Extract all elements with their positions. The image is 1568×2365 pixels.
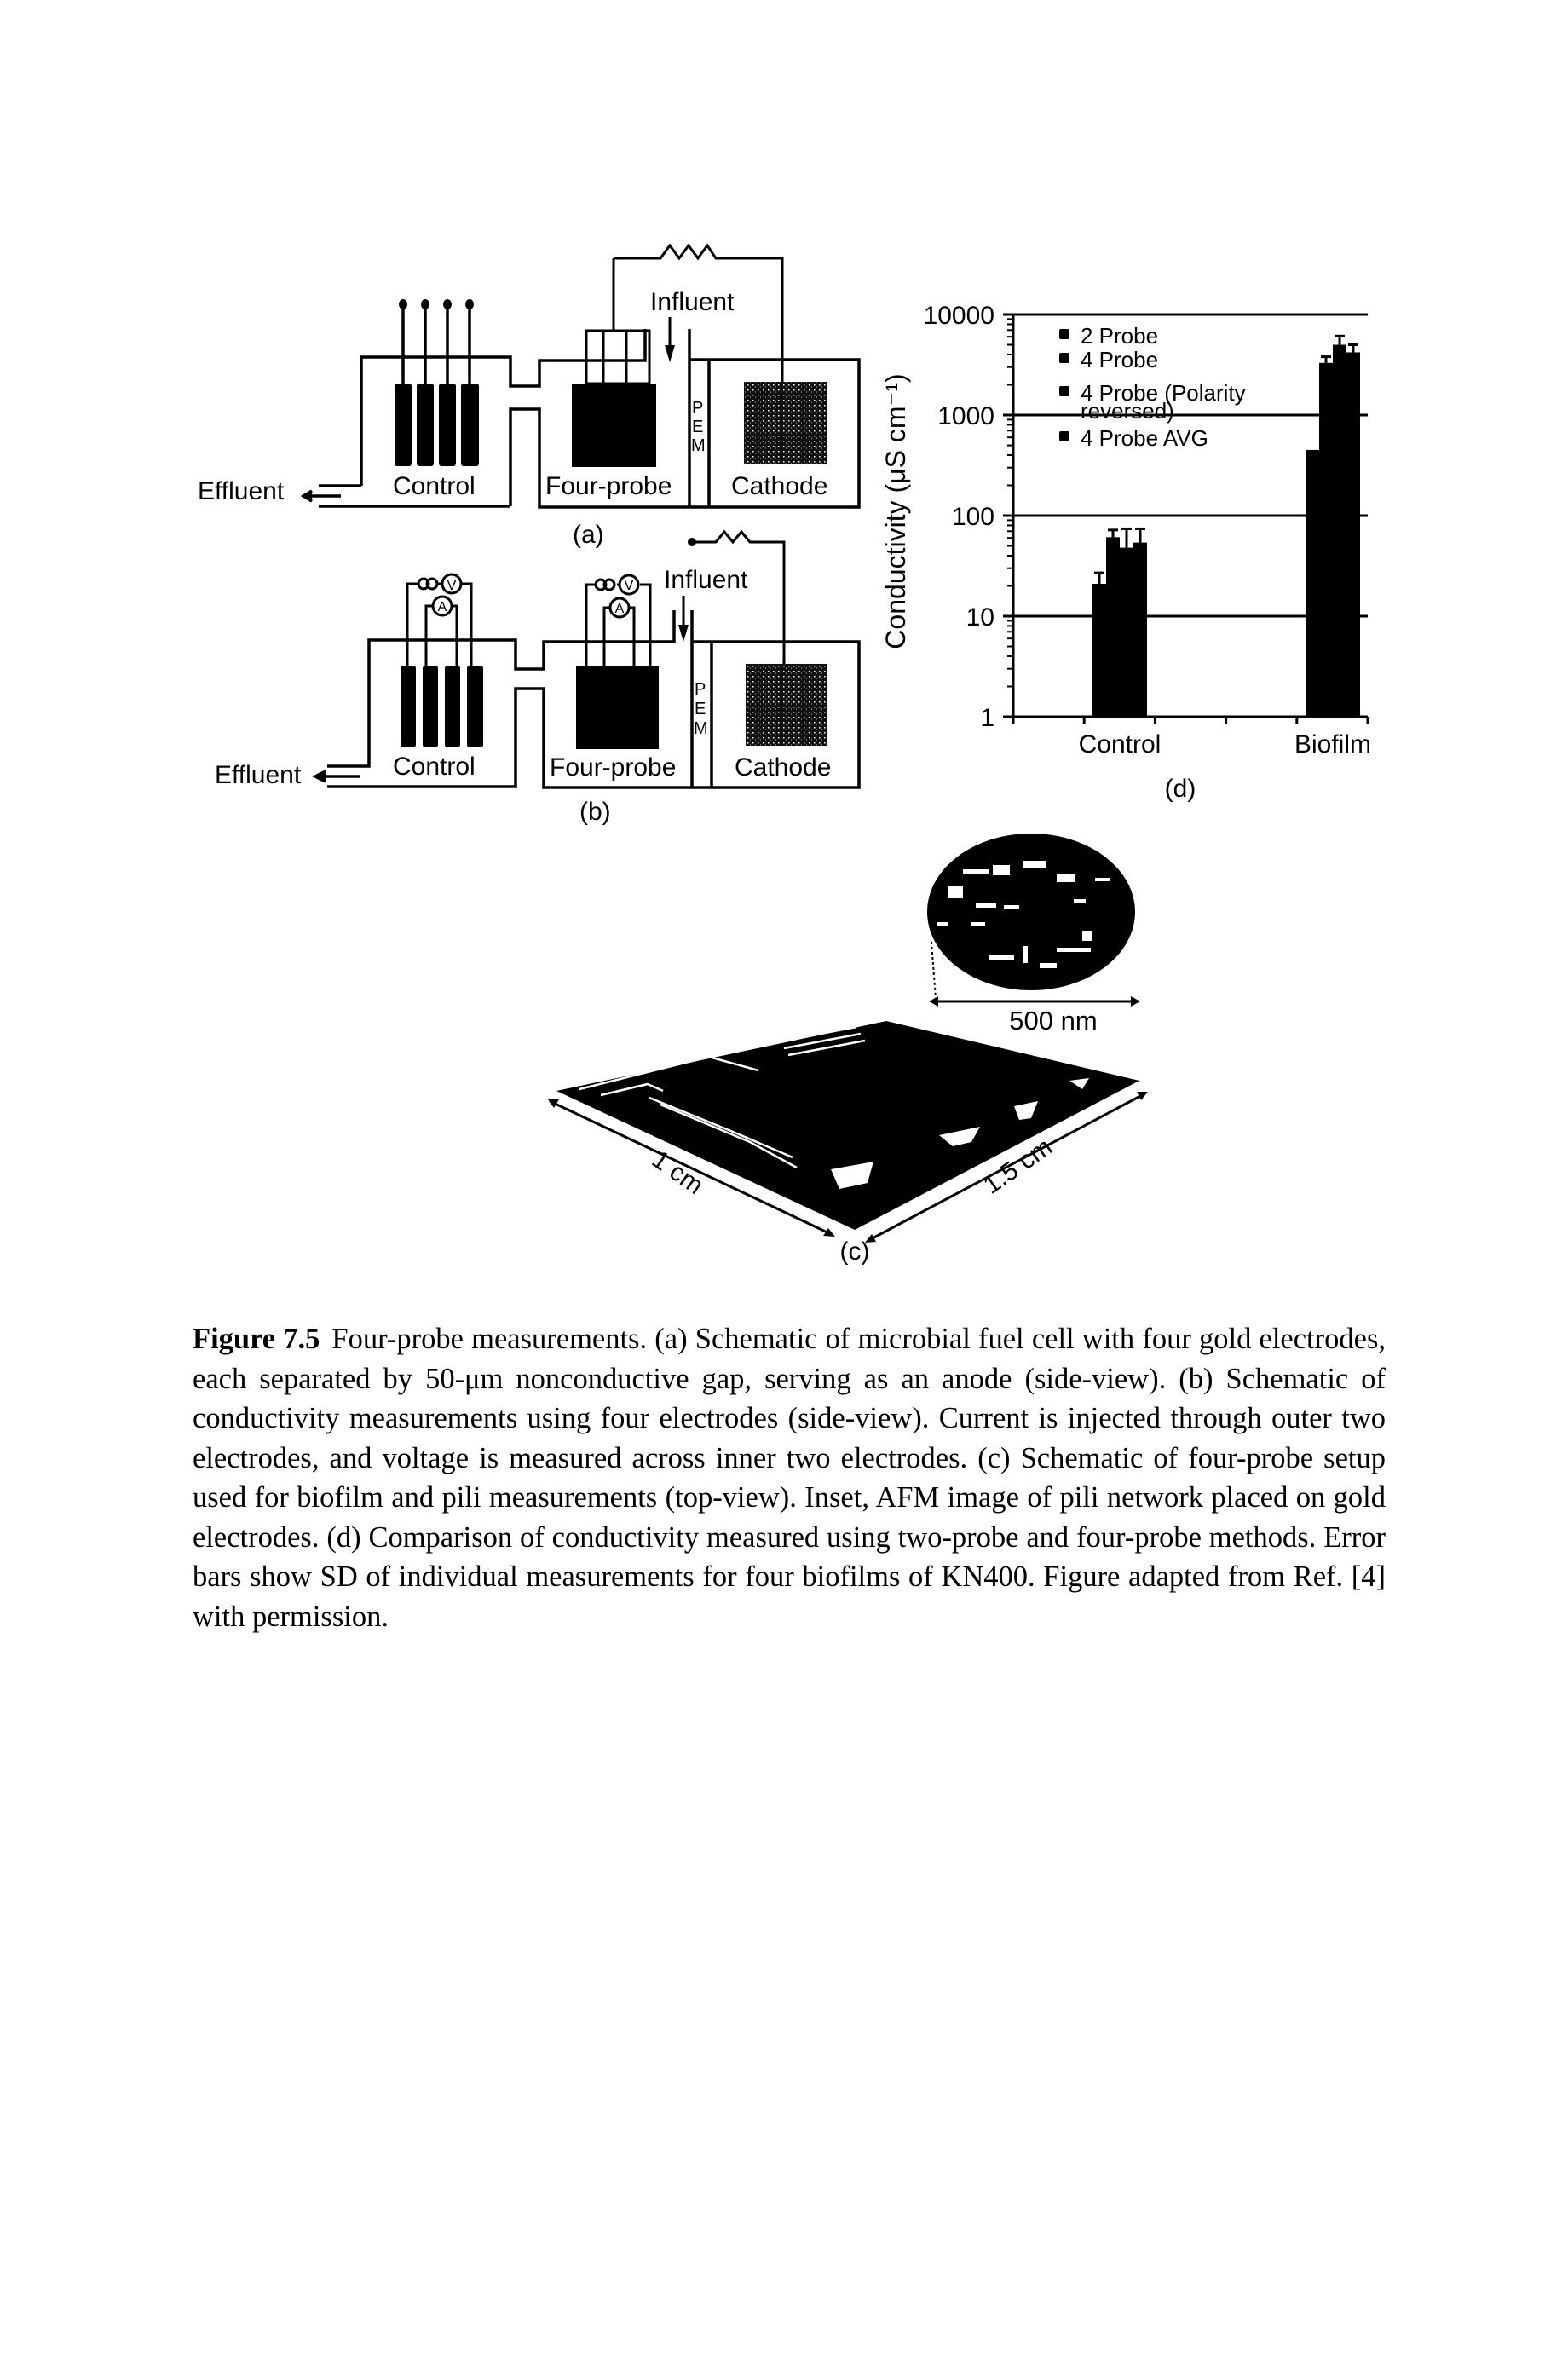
- y-axis-label: Conductivity (μS cm⁻¹): [880, 373, 911, 649]
- legend-marker: [1059, 353, 1069, 363]
- panel-d-label: (d): [1165, 775, 1196, 803]
- b-pem-p: P: [695, 680, 706, 699]
- panel-b-schematic: [312, 529, 861, 789]
- scale-bar-label: 500 nm: [1009, 1006, 1097, 1035]
- b-a-glyph-control: A: [438, 600, 447, 614]
- panel-b-label: (b): [579, 798, 611, 826]
- b-a-glyph-fp: A: [615, 602, 625, 616]
- caption-figure-label: Figure 7.5: [193, 1323, 320, 1355]
- b-v-glyph-control: V: [447, 579, 457, 593]
- b-influent-label: Influent: [664, 566, 748, 594]
- b-current-source-icon: [417, 577, 439, 591]
- b-influent-arrow: [678, 625, 689, 642]
- four-probe-electrode: [572, 384, 656, 467]
- bar-4-probe-avg-biofilm: [1346, 352, 1360, 717]
- a-influent-label: Influent: [650, 288, 735, 316]
- panel-d-chart: 110100100010000 Control Biofilm 2 Probe4 …: [880, 302, 1371, 803]
- legend-entry: 2 Probe: [1081, 323, 1158, 349]
- control-electrode-leads: [401, 304, 471, 384]
- y-axis: 1 10 100 1000 10000: [924, 302, 1015, 732]
- b-v-glyph-fp: V: [625, 579, 634, 593]
- legend-entry: reversed): [1081, 398, 1174, 424]
- b-four-probe-circuit: [585, 583, 652, 666]
- y-tick-label: 10: [966, 603, 994, 632]
- b-control-electrodes: [401, 666, 483, 747]
- bar-4-probe-polarity-reversed--control: [1120, 547, 1133, 717]
- legend-marker: [1059, 329, 1069, 339]
- a-pem-m: M: [691, 436, 706, 455]
- b-fp-current-source-icon: [594, 578, 616, 591]
- y-tick-label: 10000: [924, 302, 994, 330]
- y-tick-label: 1: [980, 704, 994, 732]
- bar-2-probe-biofilm: [1306, 449, 1319, 717]
- caption-text: Four-probe measurements. (a) Schematic o…: [193, 1323, 1386, 1633]
- bar-4-probe-avg-control: [1133, 542, 1147, 717]
- a-pem-p: P: [692, 399, 703, 418]
- influent-arrow: [665, 345, 675, 362]
- a-cathode-label: Cathode: [731, 472, 827, 500]
- panel-c-device: 1 cm 1.5 cm 500 nm (c): [548, 834, 1148, 1266]
- figure-caption: Figure 7.5 Four-probe measurements. (a) S…: [193, 1319, 1386, 1636]
- bar-2-probe-control: [1092, 583, 1106, 717]
- x-axis: Control Biofilm: [1012, 715, 1371, 759]
- electrode-chip: [556, 1021, 1139, 1230]
- b-pem-m: M: [694, 719, 708, 738]
- y-tick-label: 100: [952, 503, 994, 531]
- b-resistor-icon: [692, 529, 786, 666]
- afm-inset-image: 500 nm: [927, 834, 1140, 1035]
- figure-7-5: Effluent Influent Control Four-probe Cat…: [198, 243, 1371, 1266]
- bar-4-probe-polarity-reversed--biofilm: [1333, 344, 1346, 717]
- bar-4-probe-control: [1106, 537, 1120, 717]
- control-electrodes: [395, 384, 479, 466]
- x-tick-label: Control: [1079, 730, 1162, 759]
- a-four-probe-label: Four-probe: [545, 472, 672, 500]
- a-pem-e: E: [692, 418, 703, 436]
- b-effluent-label: Effluent: [215, 761, 302, 789]
- panel-a-label: (a): [573, 521, 604, 549]
- four-probe-wires: [585, 258, 651, 385]
- panel-c-label: (c): [840, 1237, 870, 1266]
- control-electrode-terminals: [399, 299, 474, 309]
- a-control-label: Control: [393, 472, 476, 500]
- b-control-label: Control: [393, 753, 476, 781]
- cathode-mesh: [744, 382, 827, 464]
- y-tick-label: 1000: [937, 402, 994, 430]
- b-cathode-label: Cathode: [735, 753, 831, 782]
- inset-leader-line: [931, 941, 937, 1000]
- a-effluent-label: Effluent: [198, 477, 285, 505]
- legend-marker: [1059, 386, 1069, 396]
- b-four-probe-electrode: [576, 666, 659, 749]
- b-four-probe-label: Four-probe: [550, 753, 676, 782]
- x-tick-label: Biofilm: [1294, 730, 1371, 759]
- b-cathode-mesh: [746, 664, 827, 746]
- legend-entry: 4 Probe: [1081, 347, 1158, 372]
- legend-entry: 4 Probe AVG: [1081, 425, 1208, 451]
- legend-marker: [1059, 431, 1069, 441]
- panel-a-schematic: [300, 243, 861, 509]
- b-pem-e: E: [695, 700, 706, 718]
